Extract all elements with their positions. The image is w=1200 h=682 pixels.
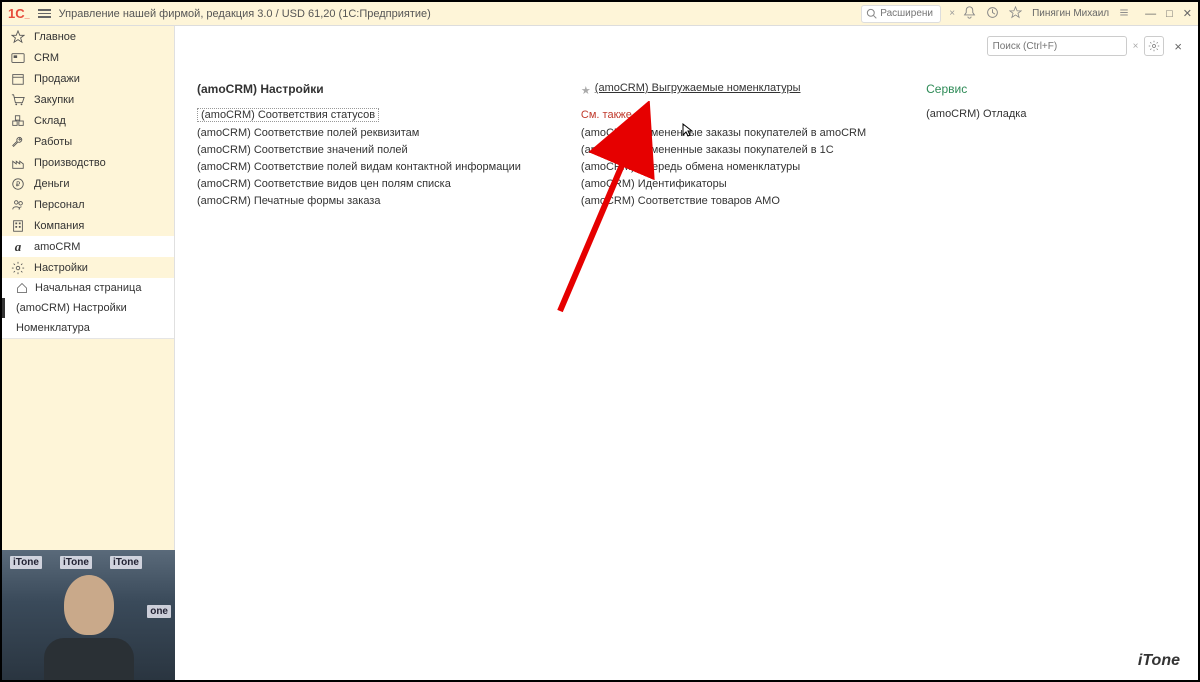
sidebar-item-crm[interactable]: CRM (2, 47, 174, 68)
logo-1c: 1C_ (8, 6, 30, 21)
itone-tag: iTone (110, 556, 142, 569)
sidebar-item-warehouse[interactable]: Склад (2, 110, 174, 131)
sub-item-amocrm-settings[interactable]: (amoCRM) Настройки (2, 298, 174, 318)
settings-column: (amoCRM) Настройки (amoCRM) Соответствия… (197, 82, 521, 212)
sidebar-item-works[interactable]: Работы (2, 131, 174, 152)
people-icon (11, 198, 25, 212)
sidebar: Главное CRM Продажи Закупки Склад Работы… (2, 26, 175, 680)
related-link[interactable]: (amoCRM) Измененные заказы покупателей в… (581, 127, 866, 139)
search-clear-icon[interactable]: × (1133, 41, 1139, 52)
sidebar-item-production[interactable]: Производство (2, 152, 174, 173)
gear-icon (1148, 40, 1160, 52)
star-icon[interactable] (1009, 6, 1022, 22)
search-clear-icon[interactable]: × (949, 8, 955, 19)
related-column: ★ (amoCRM) Выгружаемые номенклатуры См. … (581, 82, 866, 212)
sidebar-item-label: Работы (34, 136, 72, 148)
settings-button[interactable] (1144, 36, 1164, 56)
settings-link[interactable]: (amoCRM) Соответствие полей реквизитам (197, 127, 419, 139)
window-title: Управление нашей фирмой, редакция 3.0 / … (59, 8, 431, 20)
ruble-icon: ₽ (11, 177, 25, 191)
star-icon (11, 30, 25, 44)
sidebar-item-label: Настройки (34, 262, 88, 274)
sidebar-item-label: Закупки (34, 94, 74, 106)
sub-item-home[interactable]: Начальная страница (2, 278, 174, 298)
webcam-overlay: iTone iTone iTone one (2, 550, 175, 680)
settings-link[interactable]: (amoCRM) Соответствие значений полей (197, 144, 408, 156)
minimize-icon[interactable]: — (1145, 8, 1156, 20)
related-link[interactable]: (amoCRM) Очередь обмена номенклатуры (581, 161, 800, 173)
sidebar-item-label: Компания (34, 220, 84, 232)
close-icon[interactable]: ✕ (1183, 7, 1192, 20)
sidebar-item-personnel[interactable]: Персонал (2, 194, 174, 215)
sidebar-item-label: CRM (34, 52, 59, 64)
column-heading: (amoCRM) Настройки (197, 82, 521, 96)
maximize-icon[interactable]: □ (1166, 8, 1173, 20)
itone-tag: iTone (10, 556, 42, 569)
search-icon (866, 8, 877, 19)
settings-link[interactable]: (amoCRM) Соответствие видов цен полям сп… (197, 178, 451, 190)
sidebar-item-amocrm[interactable]: a amoCRM (2, 236, 174, 257)
user-menu-icon[interactable] (1119, 7, 1129, 20)
sidebar-submenu: Начальная страница (amoCRM) Настройки Но… (2, 278, 174, 339)
settings-link[interactable]: (amoCRM) Соответствие полей видам контак… (197, 161, 521, 173)
sidebar-item-purchases[interactable]: Закупки (2, 89, 174, 110)
history-icon[interactable] (986, 6, 999, 22)
home-icon (16, 282, 28, 294)
sidebar-item-money[interactable]: ₽ Деньги (2, 173, 174, 194)
related-link[interactable]: (amoCRM) Идентификаторы (581, 178, 727, 190)
close-panel-icon[interactable]: × (1170, 39, 1186, 54)
sub-item-nomenclature[interactable]: Номенклатура (2, 318, 174, 338)
service-column: Сервис (amoCRM) Отладка (926, 82, 1146, 212)
global-search-input[interactable] (880, 8, 936, 19)
starred-link-text[interactable]: (amoCRM) Выгружаемые номенклатуры (595, 82, 801, 94)
boxes-icon (11, 114, 25, 128)
user-name[interactable]: Пинягин Михаил (1032, 8, 1109, 19)
settings-link[interactable]: (amoCRM) Соответствия статусов (197, 108, 379, 122)
sidebar-item-settings[interactable]: Настройки (2, 257, 174, 278)
global-search[interactable] (861, 5, 941, 23)
column-heading: Сервис (926, 82, 1146, 96)
sidebar-item-company[interactable]: Компания (2, 215, 174, 236)
sidebar-item-sales[interactable]: Продажи (2, 68, 174, 89)
related-link[interactable]: (amoCRM) Измененные заказы покупателей в… (581, 144, 834, 156)
see-also-link[interactable]: См. также (581, 109, 866, 121)
settings-link[interactable]: (amoCRM) Печатные формы заказа (197, 195, 380, 207)
itone-tag: one (147, 605, 171, 618)
amocrm-icon: a (11, 240, 25, 254)
crm-icon (11, 51, 25, 65)
itone-tag: iTone (60, 556, 92, 569)
sidebar-item-label: amoCRM (34, 241, 80, 253)
cart-icon (11, 93, 25, 107)
gear-icon (11, 261, 25, 275)
main-toolbar: × × (987, 36, 1186, 56)
bell-icon[interactable] (963, 6, 976, 22)
service-link[interactable]: (amoCRM) Отладка (926, 108, 1026, 120)
sidebar-item-label: Главное (34, 31, 76, 43)
sidebar-item-label: Персонал (34, 199, 85, 211)
footer-logo: iTone (1138, 652, 1180, 670)
sidebar-item-label: Склад (34, 115, 66, 127)
star-icon: ★ (581, 84, 591, 97)
content-search-input[interactable] (993, 41, 1121, 52)
sidebar-item-label: Производство (34, 157, 106, 169)
calendar-icon (11, 72, 25, 86)
main-content: × × (amoCRM) Настройки (amoCRM) Соответс… (175, 26, 1198, 680)
sidebar-item-label: Деньги (34, 178, 70, 190)
building-icon (11, 219, 25, 233)
factory-icon (11, 156, 25, 170)
title-bar: 1C_ Управление нашей фирмой, редакция 3.… (2, 2, 1198, 26)
main-menu-icon[interactable] (38, 9, 51, 18)
svg-text:₽: ₽ (16, 180, 21, 188)
sub-item-label: (amoCRM) Настройки (16, 302, 127, 314)
wrench-icon (11, 135, 25, 149)
sidebar-item-main[interactable]: Главное (2, 26, 174, 47)
sidebar-item-label: Продажи (34, 73, 80, 85)
content-search[interactable] (987, 36, 1127, 56)
related-link[interactable]: (amoCRM) Соответствие товаров АМО (581, 195, 780, 207)
sub-item-label: Начальная страница (35, 282, 141, 294)
starred-link[interactable]: ★ (amoCRM) Выгружаемые номенклатуры (581, 82, 866, 99)
sub-item-label: Номенклатура (16, 322, 90, 334)
